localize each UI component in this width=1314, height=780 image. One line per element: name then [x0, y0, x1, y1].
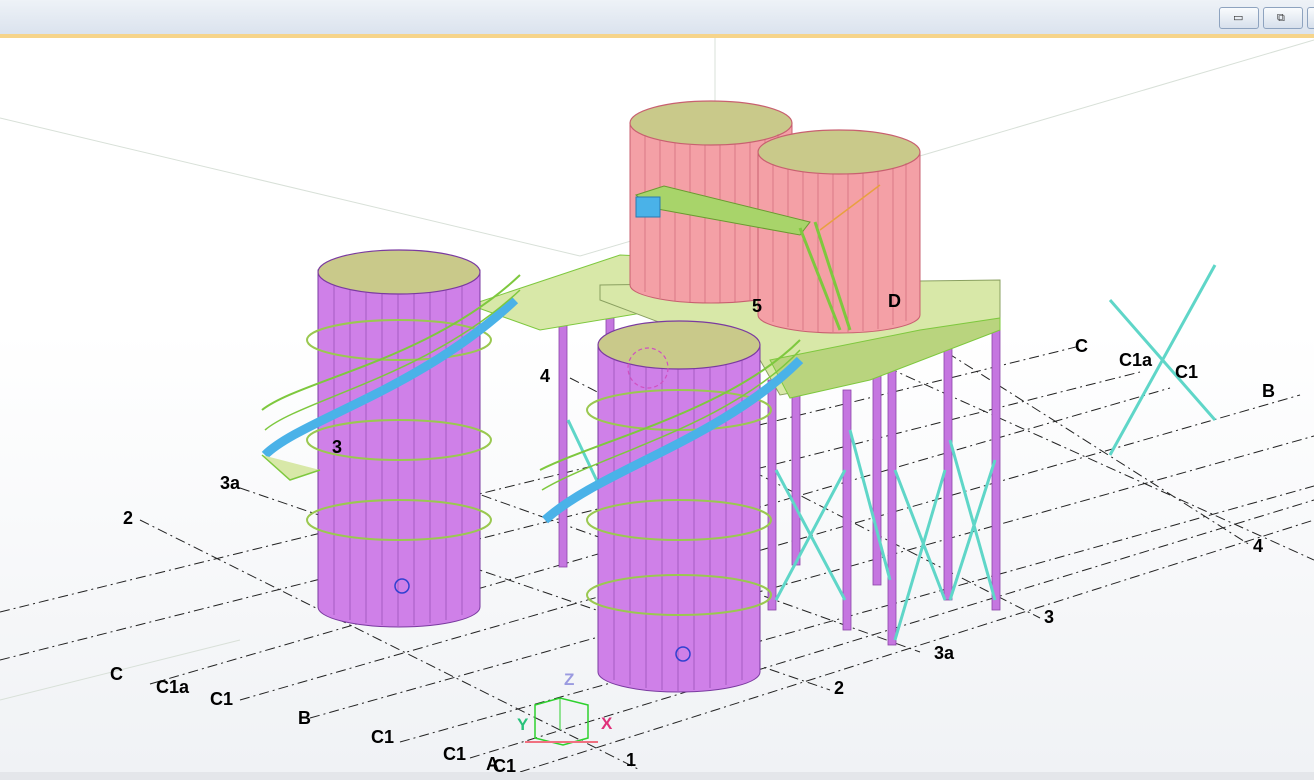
- grid-label-3-right: 3: [1044, 607, 1054, 627]
- minimize-icon: ▭: [1233, 11, 1244, 24]
- grid-label-4-left: 4: [540, 366, 550, 386]
- status-bar: [0, 772, 1314, 780]
- grid-label-c1-left: C1: [210, 689, 233, 709]
- grid-label-1-right: 1: [626, 750, 636, 770]
- restore-icon: ⧉: [1277, 11, 1285, 24]
- grid-label-c1a-left: C1a: [156, 677, 190, 697]
- grid-label-c1-bottom-2: C1: [443, 744, 466, 764]
- grid-label-2-right: 2: [834, 678, 844, 698]
- grid-label-4-right: 4: [1253, 536, 1263, 556]
- grid-label-c1-right: C1: [1175, 362, 1198, 382]
- restore-button[interactable]: ⧉: [1263, 7, 1303, 29]
- grid-label-2-left: 2: [123, 508, 133, 528]
- grid-label-c-left: C: [110, 664, 123, 684]
- axis-y-label: Y: [517, 715, 529, 734]
- close-button[interactable]: [1307, 7, 1314, 29]
- title-bar: ▭ ⧉: [0, 0, 1314, 38]
- grid-label-c1-bottom-1: C1: [371, 727, 394, 747]
- grid-label-b-right: B: [1262, 381, 1275, 401]
- minimize-button[interactable]: ▭: [1219, 7, 1259, 29]
- grid-label-c1a-right: C1a: [1119, 350, 1153, 370]
- model-view-svg: Z Y X C C1a C1 B 4 3 3a 2 1 D 5 4 3 3a 2…: [0, 38, 1314, 776]
- 3d-model-viewport[interactable]: Z Y X C C1a C1 B 4 3 3a 2 1 D 5 4 3 3a 2…: [0, 38, 1314, 776]
- grid-label-b-left: B: [298, 708, 311, 728]
- grid-label-3a-right: 3a: [934, 643, 955, 663]
- grid-label-3-left: 3: [332, 437, 342, 457]
- grid-label-5-top: 5: [752, 296, 762, 316]
- axis-z-label: Z: [564, 670, 574, 689]
- grid-label-c-right: C: [1075, 336, 1088, 356]
- grid-label-c1-bottom-3: C1: [493, 756, 516, 772]
- axis-x-label: X: [601, 714, 613, 733]
- grid-label-3a-left: 3a: [220, 473, 241, 493]
- grid-label-d-top: D: [888, 291, 901, 311]
- front-silo: [586, 320, 772, 693]
- axis-indicator: Z Y X: [517, 670, 613, 746]
